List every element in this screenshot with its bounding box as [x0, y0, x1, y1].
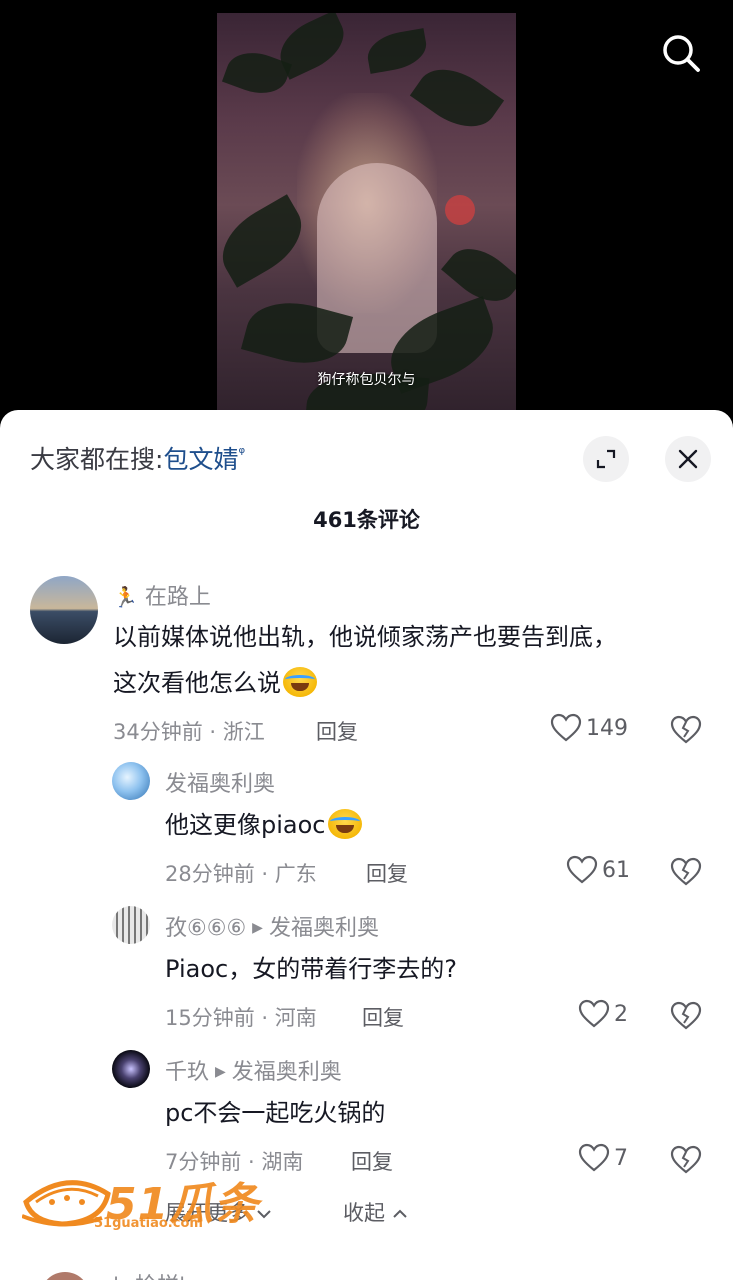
heart-icon — [550, 713, 582, 742]
chevron-down-icon — [256, 1210, 271, 1219]
heart-icon — [566, 855, 598, 884]
reply-arrow-icon: ▶ — [215, 1064, 226, 1080]
comment-username[interactable]: 孜⑥⑥⑥ ▶ 发福奥利奥 — [165, 910, 379, 942]
dislike-broken-heart-icon[interactable] — [670, 1000, 702, 1032]
comment-text: Piaoc，女的带着行李去的? — [165, 955, 457, 983]
like-count: 61 — [602, 857, 630, 883]
reply-to-username: 发福奥利奥 — [231, 1060, 342, 1085]
expand-more-button[interactable]: 展开更多 — [165, 1197, 272, 1227]
video-frame[interactable]: 狗仔称包贝尔与 — [217, 13, 516, 440]
comment-item: 🏃 在路上 以前媒体说他出轨，他说倾家荡产也要告到底， 这次看他怎么说 34分钟… — [0, 576, 733, 756]
video-subtitle: 狗仔称包贝尔与 — [317, 372, 416, 388]
comment-time-location: 7分钟前 · 湖南 — [165, 1150, 304, 1174]
runner-emoji-icon: 🏃 — [113, 585, 138, 609]
search-suggestion-label: 大家都在搜: — [30, 445, 164, 474]
reply-arrow-icon: ▶ — [252, 920, 263, 936]
search-suggestion[interactable]: 大家都在搜:包文婧ᵠ — [30, 440, 245, 476]
like-button[interactable]: 61 — [566, 854, 630, 886]
video-player[interactable]: 狗仔称包贝尔与 — [0, 0, 733, 440]
comment-text: 以前媒体说他出轨，他说倾家荡产也要告到底， 这次看他怎么说 — [113, 623, 617, 697]
avatar[interactable] — [30, 576, 98, 644]
heart-icon — [578, 1143, 610, 1172]
dislike-broken-heart-icon[interactable] — [670, 714, 702, 746]
laugh-cry-emoji-icon — [283, 667, 317, 697]
reply-button[interactable]: 回复 — [351, 1146, 393, 1176]
comment-time-location: 15分钟前 · 河南 — [165, 1006, 317, 1030]
like-button[interactable]: 149 — [550, 712, 628, 744]
comment-username[interactable]: 千玖 ▶ 发福奥利奥 — [165, 1054, 342, 1086]
like-button[interactable]: 7 — [578, 1142, 628, 1174]
reply-actions: 展开更多 收起 — [0, 1192, 733, 1232]
collapse-button[interactable]: 收起 — [343, 1197, 408, 1227]
reply-item: 孜⑥⑥⑥ ▶ 发福奥利奥 Piaoc，女的带着行李去的? 15分钟前 · 河南 回复… — [0, 906, 733, 1046]
comment-text: 他这更像piaoc — [165, 802, 362, 848]
avatar[interactable] — [40, 1272, 90, 1280]
like-count: 7 — [614, 1145, 628, 1171]
reply-button[interactable]: 回复 — [366, 858, 408, 888]
like-button[interactable]: 2 — [578, 998, 628, 1030]
search-small-icon: ᵠ — [238, 443, 246, 463]
close-button[interactable] — [665, 436, 711, 482]
avatar[interactable] — [112, 1050, 150, 1088]
expand-button[interactable] — [583, 436, 629, 482]
dislike-broken-heart-icon[interactable] — [670, 856, 702, 888]
comment-username[interactable]: 🏃 在路上 — [113, 579, 211, 611]
comment-panel: 大家都在搜:包文婧ᵠ 461条评论 🏃 在路上 以前媒体说他出轨，他说倾家荡产也… — [0, 410, 733, 1280]
video-sign — [445, 195, 475, 225]
search-suggestion-keyword[interactable]: 包文婧 — [163, 445, 238, 474]
search-button[interactable] — [656, 28, 706, 78]
avatar[interactable] — [112, 906, 150, 944]
dislike-broken-heart-icon[interactable] — [670, 1144, 702, 1176]
comment-count: 461条评论 — [313, 508, 420, 532]
avatar[interactable] — [112, 762, 150, 800]
comment-username[interactable]: 发福奥利奥 — [165, 766, 275, 798]
search-icon — [663, 35, 700, 72]
heart-icon — [578, 999, 610, 1028]
like-count: 2 — [614, 1001, 628, 1027]
laugh-cry-emoji-icon — [327, 809, 362, 839]
reply-item: 千玖 ▶ 发福奥利奥 pc不会一起吃火锅的 7分钟前 · 湖南 回复 7 — [0, 1050, 733, 1190]
video-leaf — [364, 28, 430, 74]
reply-to-username: 发福奥利奥 — [268, 916, 379, 941]
chevron-up-icon — [392, 1209, 407, 1218]
comment-time-location: 34分钟前 · 浙江 — [113, 720, 265, 744]
expand-icon — [596, 449, 616, 469]
reply-button[interactable]: 回复 — [316, 716, 358, 746]
reply-item: 发福奥利奥 他这更像piaoc 28分钟前 · 广东 回复 61 — [0, 762, 733, 902]
like-count: 149 — [586, 715, 628, 741]
reply-button[interactable]: 回复 — [362, 1002, 404, 1032]
comment-text: pc不会一起吃火锅的 — [165, 1099, 386, 1127]
comment-username[interactable]: '∧检样' — [113, 1268, 185, 1280]
close-icon — [678, 449, 698, 469]
comment-time-location: 28分钟前 · 广东 — [165, 862, 317, 886]
